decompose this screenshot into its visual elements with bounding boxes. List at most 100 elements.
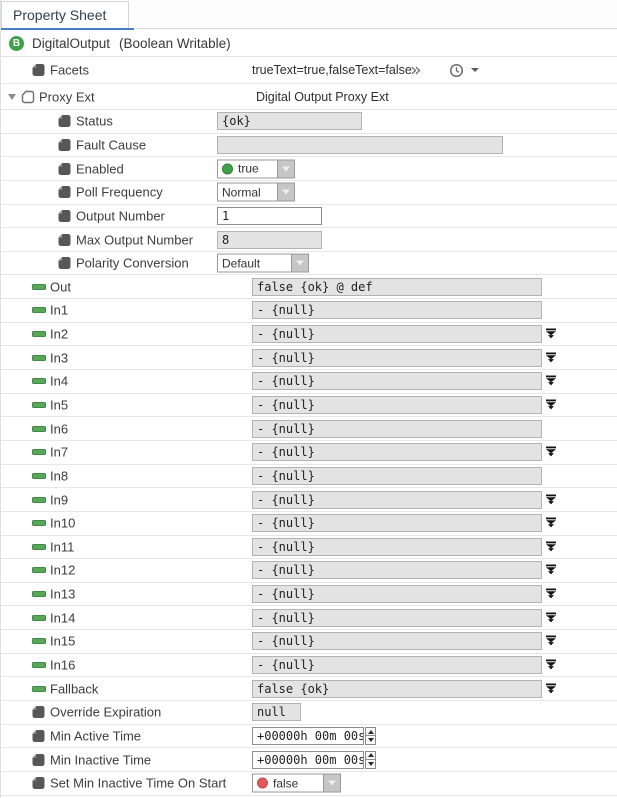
field-text-in16: - {null} bbox=[257, 658, 315, 672]
row-status: Status{ok} bbox=[1, 110, 617, 134]
property-label-in11: In11 bbox=[50, 539, 74, 554]
field-text-in8: - {null} bbox=[257, 469, 315, 483]
readonly-field-in15: - {null} bbox=[252, 632, 542, 650]
row-in11: In11 - {null} bbox=[1, 536, 617, 560]
row-enabled: Enabledtrue bbox=[1, 157, 617, 181]
double-chevron-down-icon[interactable] bbox=[545, 541, 557, 553]
tab-property-sheet[interactable]: Property Sheet bbox=[1, 1, 129, 28]
link-icon bbox=[32, 520, 46, 526]
double-chevron-down-icon[interactable] bbox=[545, 612, 557, 624]
dropdown-arrow-button[interactable] bbox=[278, 159, 295, 178]
value-area-fault-cause bbox=[217, 136, 503, 154]
property-label-in5: In5 bbox=[50, 398, 68, 413]
time-spinner-min-inactive-time[interactable] bbox=[365, 751, 376, 769]
property-label-fault-cause: Fault Cause bbox=[76, 137, 146, 152]
field-text-in1: - {null} bbox=[257, 303, 315, 317]
property-icon bbox=[58, 233, 71, 246]
property-icon bbox=[32, 753, 45, 766]
double-chevron-down-icon[interactable] bbox=[545, 446, 557, 458]
property-label-in16: In16 bbox=[50, 658, 75, 673]
property-label-in3: In3 bbox=[50, 350, 68, 365]
property-icon bbox=[58, 257, 71, 270]
row-in4: In4- {null} bbox=[1, 370, 617, 394]
double-chevron-down-icon[interactable] bbox=[545, 399, 557, 411]
value-area-in3: - {null} bbox=[252, 349, 542, 367]
spinner-down-icon[interactable] bbox=[365, 759, 376, 769]
dropdown-text-poll-frequency: Normal bbox=[222, 185, 261, 199]
expander-triangle-icon[interactable] bbox=[8, 94, 16, 100]
value-area-in16: - {null} bbox=[252, 656, 542, 674]
row-in9: In9- {null} bbox=[1, 488, 617, 512]
readonly-field-in9: - {null} bbox=[252, 491, 542, 509]
row-fault-cause: Fault Cause bbox=[1, 134, 617, 158]
double-chevron-down-icon[interactable] bbox=[545, 588, 557, 600]
row-in7: In7- {null} bbox=[1, 441, 617, 465]
field-text-in7: - {null} bbox=[257, 445, 315, 459]
field-text-in5: - {null} bbox=[257, 398, 315, 412]
double-chevron-down-icon[interactable] bbox=[545, 564, 557, 576]
value-area-in6: - {null} bbox=[252, 420, 542, 438]
value-area-fallback: false {ok} bbox=[252, 680, 542, 698]
property-icon bbox=[32, 729, 45, 742]
input-field-min-active-time[interactable]: +00000h 00m 00s bbox=[252, 727, 364, 745]
readonly-field-out: false {ok} @ def bbox=[252, 278, 542, 296]
row-in8: In8- {null} bbox=[1, 465, 617, 489]
double-chevron-icon[interactable]: » bbox=[410, 64, 422, 76]
double-chevron-down-icon[interactable] bbox=[545, 494, 557, 506]
property-label-in15: In15 bbox=[50, 634, 75, 649]
row-in5: In5 - {null} bbox=[1, 394, 617, 418]
time-spinner-min-active-time[interactable] bbox=[365, 727, 376, 745]
double-chevron-down-icon[interactable] bbox=[545, 659, 557, 671]
dropdown-set-min-inactive-time-on-start[interactable]: false bbox=[252, 774, 341, 793]
value-area-set-min-inactive-time-on-start: false bbox=[252, 774, 341, 793]
row-in10: In10- {null} bbox=[1, 512, 617, 536]
row-fallback: Fallbackfalse {ok} bbox=[1, 677, 617, 701]
property-label-poll-frequency: Poll Frequency bbox=[76, 185, 163, 200]
row-out: Outfalse {ok} @ def bbox=[1, 275, 617, 299]
dropdown-enabled[interactable]: true bbox=[217, 159, 295, 178]
dropdown-arrow-button[interactable] bbox=[278, 183, 295, 202]
property-icon bbox=[58, 138, 71, 151]
value-area-override-expiration: null bbox=[252, 703, 301, 721]
property-label-min-inactive-time: Min Inactive Time bbox=[50, 752, 151, 767]
field-text-status: {ok} bbox=[222, 114, 251, 128]
value-area-status: {ok} bbox=[217, 112, 362, 130]
double-chevron-down-icon[interactable] bbox=[545, 375, 557, 387]
input-field-output-number[interactable]: 1 bbox=[217, 207, 322, 225]
row-facets: FacetstrueText=true,falseText=false» bbox=[1, 57, 617, 84]
row-proxy-ext: Proxy ExtDigital Output Proxy Ext bbox=[1, 84, 617, 110]
spinner-down-icon[interactable] bbox=[365, 735, 376, 745]
property-label-facets: Facets bbox=[50, 63, 89, 78]
readonly-field-in1: - {null} bbox=[252, 301, 542, 319]
dropdown-text-enabled: true bbox=[238, 162, 259, 176]
property-label-in12: In12 bbox=[50, 563, 75, 578]
dropdown-text-polarity-conversion: Default bbox=[222, 256, 260, 270]
field-text-in12: - {null} bbox=[257, 563, 315, 577]
clock-icon[interactable] bbox=[449, 63, 479, 78]
dropdown-arrow-button[interactable] bbox=[292, 254, 309, 273]
value-area-in10: - {null} bbox=[252, 514, 542, 532]
double-chevron-down-icon[interactable] bbox=[545, 328, 557, 340]
row-polarity-conversion: Polarity ConversionDefault bbox=[1, 252, 617, 276]
readonly-field-fault-cause bbox=[217, 136, 503, 154]
field-text-override-expiration: null bbox=[257, 705, 286, 719]
double-chevron-down-icon[interactable] bbox=[545, 517, 557, 529]
dropdown-value-set-min-inactive-time-on-start: false bbox=[252, 774, 324, 793]
dropdown-poll-frequency[interactable]: Normal bbox=[217, 183, 295, 202]
double-chevron-down-icon[interactable] bbox=[545, 635, 557, 647]
double-chevron-down-icon[interactable] bbox=[545, 352, 557, 364]
value-area-in11: - {null} bbox=[252, 538, 542, 556]
input-field-min-inactive-time[interactable]: +00000h 00m 00s bbox=[252, 751, 364, 769]
row-in15: In15 - {null} bbox=[1, 630, 617, 654]
value-area-in4: - {null} bbox=[252, 372, 542, 390]
value-area-in1: - {null} bbox=[252, 301, 542, 319]
field-text-in2: - {null} bbox=[257, 327, 315, 341]
dropdown-arrow-button[interactable] bbox=[324, 774, 341, 793]
dropdown-text-set-min-inactive-time-on-start: false bbox=[273, 776, 298, 790]
green-status-circle-icon bbox=[222, 163, 233, 174]
double-chevron-down-icon[interactable] bbox=[545, 683, 557, 695]
dropdown-polarity-conversion[interactable]: Default bbox=[217, 254, 309, 273]
link-icon bbox=[32, 638, 46, 644]
boolean-point-icon: B bbox=[9, 36, 24, 51]
dropdown-value-polarity-conversion: Default bbox=[217, 254, 292, 273]
